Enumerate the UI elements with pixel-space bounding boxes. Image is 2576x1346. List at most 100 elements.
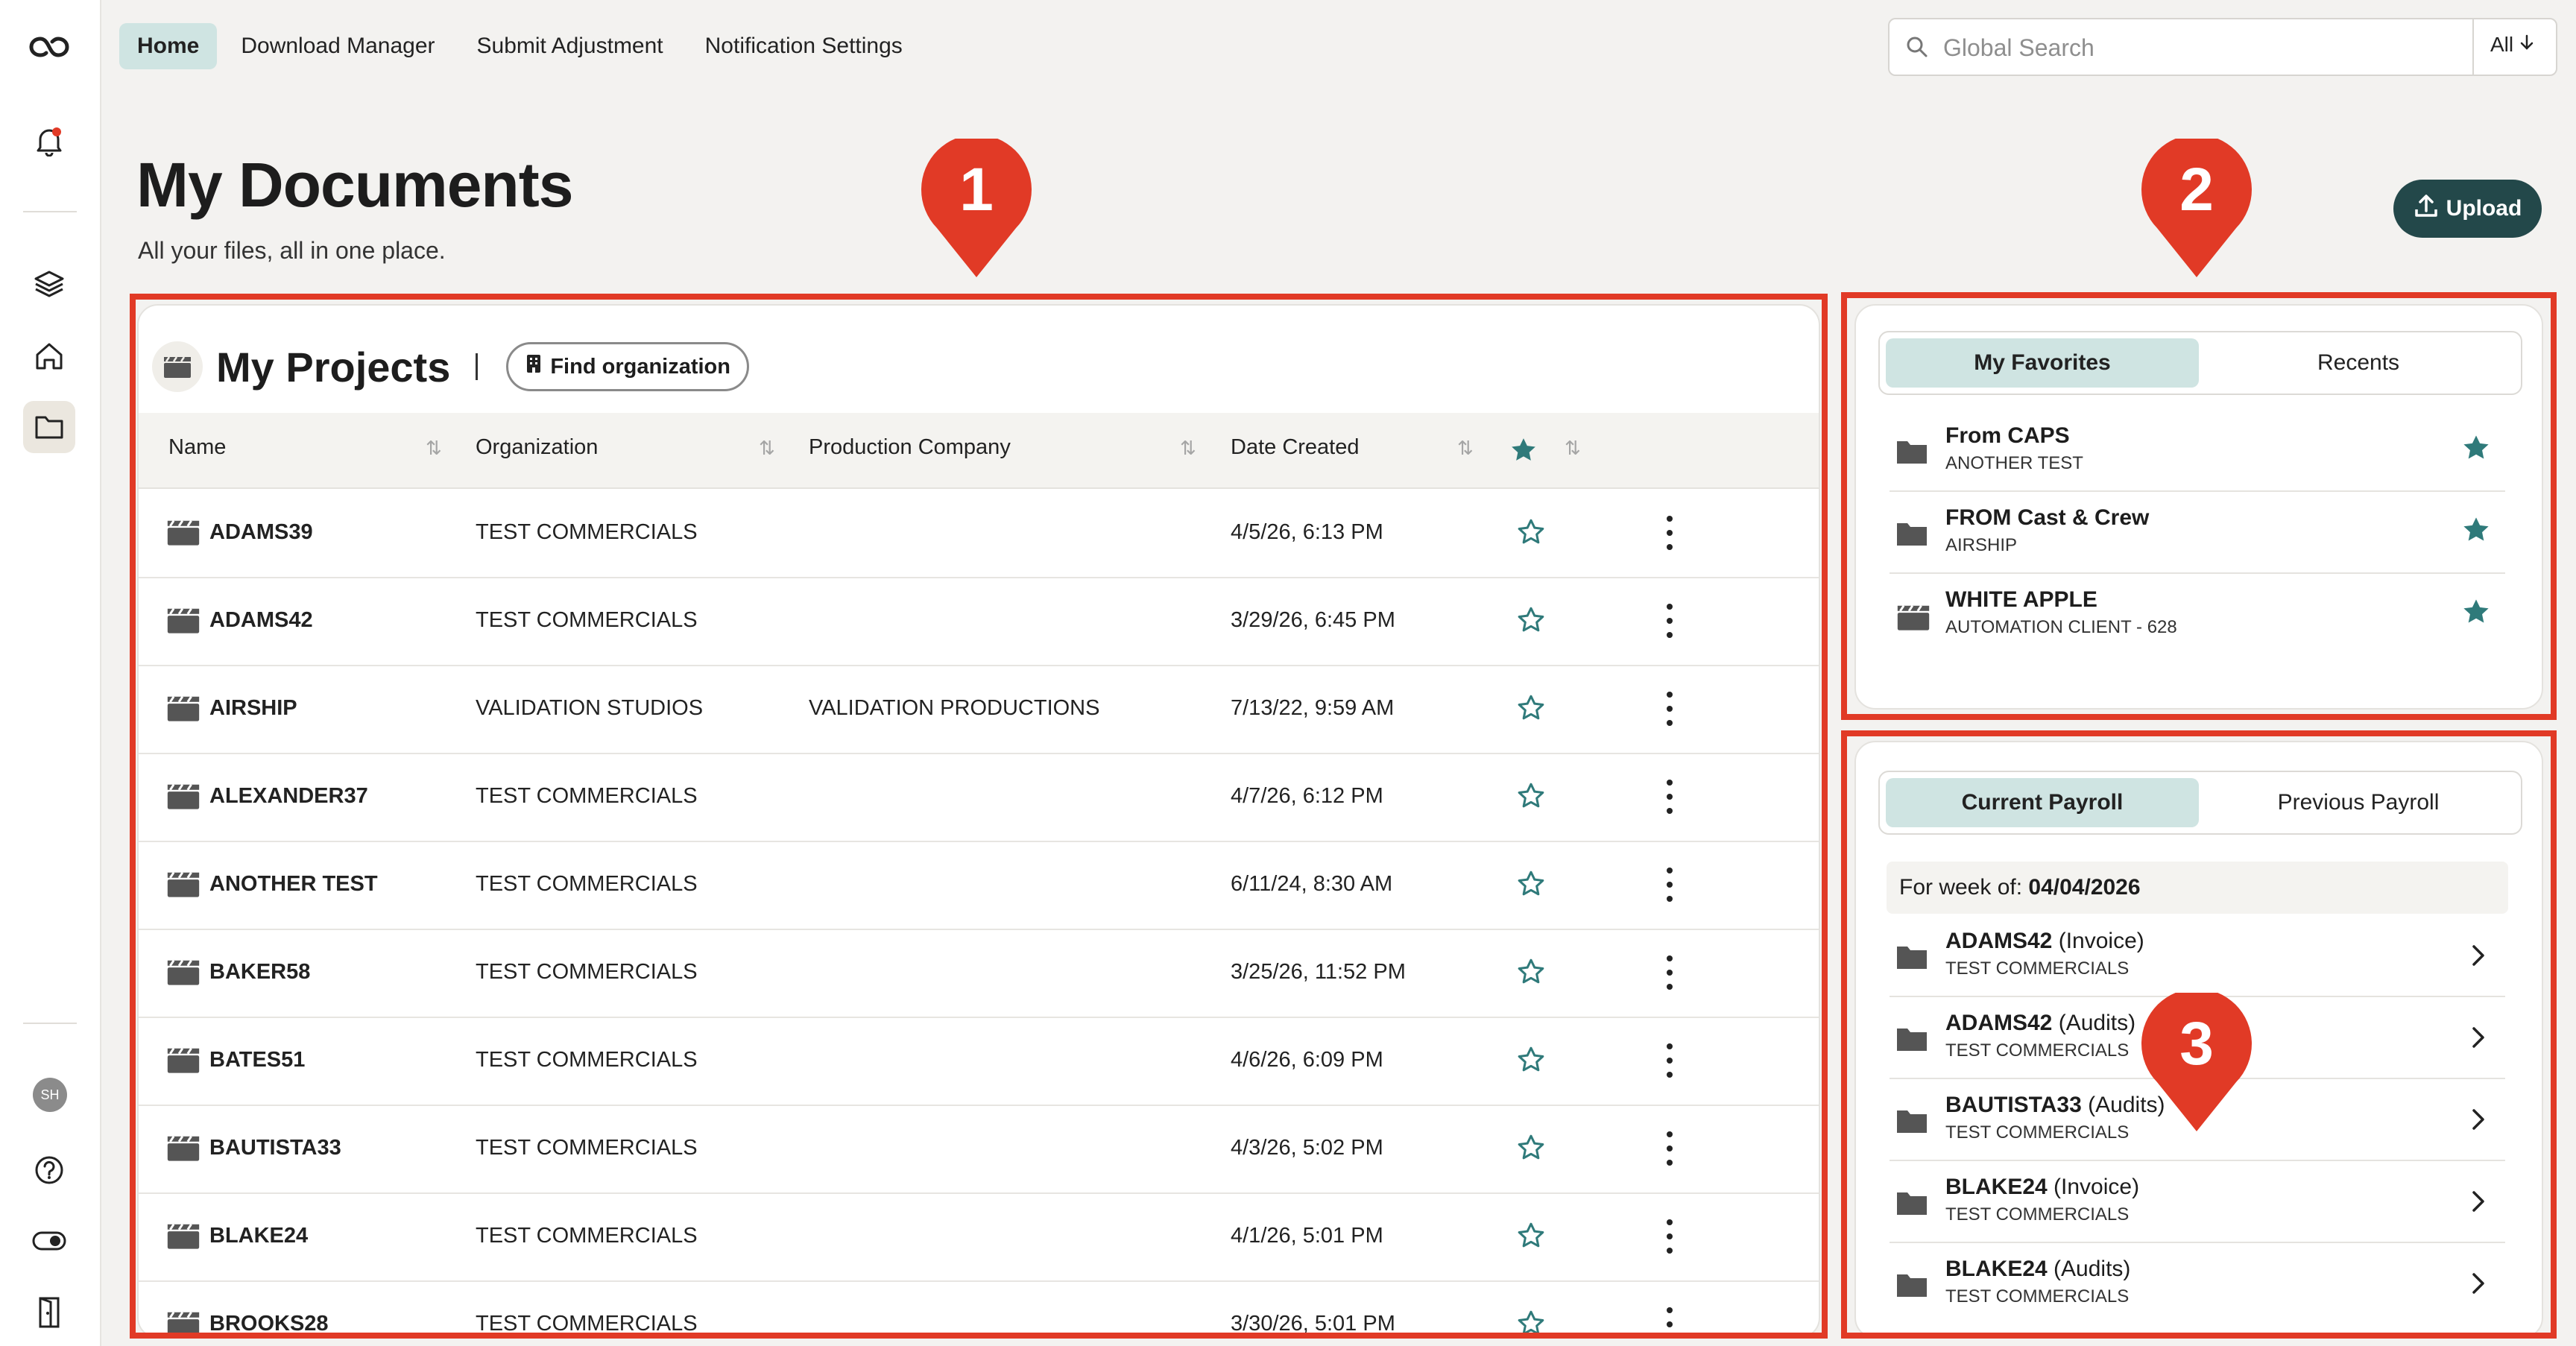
- tab-previous-payroll[interactable]: Previous Payroll: [2202, 778, 2515, 827]
- payroll-kind: (Audits): [2053, 1257, 2131, 1281]
- payroll-item[interactable]: ADAMS42 (Invoice) TEST COMMERCIALS: [1890, 915, 2505, 997]
- favorite-star-icon[interactable]: [1516, 1133, 1546, 1166]
- layers-icon[interactable]: [23, 258, 75, 310]
- chevron-right-icon[interactable]: [2469, 942, 2487, 973]
- app-logo[interactable]: [23, 21, 75, 73]
- logout-door-icon[interactable]: [23, 1286, 75, 1338]
- favorite-star-icon[interactable]: [2460, 432, 2492, 467]
- favorite-star-icon[interactable]: [1516, 1221, 1546, 1254]
- more-options-icon[interactable]: [1664, 780, 1676, 814]
- payroll-project: BLAKE24: [1945, 1257, 2048, 1281]
- user-avatar[interactable]: SH: [33, 1078, 67, 1112]
- table-row[interactable]: ADAMS39 TEST COMMERCIALS 4/5/26, 6:13 PM: [139, 489, 1819, 578]
- more-options-icon[interactable]: [1664, 1219, 1676, 1254]
- sort-icon[interactable]: ⇅: [1180, 437, 1196, 460]
- table-row[interactable]: ADAMS42 TEST COMMERCIALS 3/29/26, 6:45 PM: [139, 577, 1819, 666]
- payroll-subtitle: TEST COMMERCIALS: [1945, 1204, 2130, 1225]
- project-name: AIRSHIP: [209, 696, 297, 720]
- more-options-icon[interactable]: [1664, 1307, 1676, 1337]
- favorite-star-icon[interactable]: [1516, 957, 1546, 990]
- payroll-subtitle: TEST COMMERCIALS: [1945, 1122, 2130, 1143]
- project-organization: TEST COMMERCIALS: [476, 872, 698, 896]
- chevron-right-icon[interactable]: [2469, 1270, 2487, 1301]
- global-search: All: [1888, 18, 2557, 76]
- table-row[interactable]: ALEXANDER37 TEST COMMERCIALS 4/7/26, 6:12 …: [139, 753, 1819, 842]
- payroll-title: BAUTISTA33 (Audits): [1945, 1093, 2165, 1118]
- chevron-right-icon[interactable]: [2469, 1024, 2487, 1055]
- favorite-item[interactable]: WHITE APPLE AUTOMATION CLIENT - 628: [1890, 574, 2505, 656]
- nav-download-manager[interactable]: Download Manager: [223, 23, 452, 69]
- search-scope-dropdown[interactable]: All: [2490, 33, 2534, 57]
- favorite-star-icon[interactable]: [2460, 596, 2492, 631]
- project-date-created: 4/7/26, 6:12 PM: [1231, 784, 1383, 808]
- table-row[interactable]: BAUTISTA33 TEST COMMERCIALS 4/3/26, 5:02 P…: [139, 1105, 1819, 1194]
- more-options-icon[interactable]: [1664, 692, 1676, 726]
- toggle-icon[interactable]: [23, 1215, 75, 1267]
- more-options-icon[interactable]: [1664, 1043, 1676, 1078]
- favorite-item[interactable]: From CAPS ANOTHER TEST: [1890, 410, 2505, 492]
- favorite-star-icon[interactable]: [1516, 517, 1546, 551]
- column-header-date-created[interactable]: Date Created: [1231, 435, 1360, 460]
- favorite-item[interactable]: FROM Cast & Crew AIRSHIP: [1890, 492, 2505, 574]
- more-options-icon[interactable]: [1664, 955, 1676, 990]
- tab-my-favorites[interactable]: My Favorites: [1886, 338, 2199, 388]
- favorite-star-icon[interactable]: [1516, 693, 1546, 727]
- find-organization-label: Find organization: [550, 354, 730, 379]
- sort-icon[interactable]: ⇅: [1457, 437, 1474, 460]
- sort-icon[interactable]: ⇅: [1565, 437, 1581, 460]
- project-name: BROOKS28: [209, 1312, 329, 1336]
- table-row[interactable]: BAKER58 TEST COMMERCIALS 3/25/26, 11:52 PM: [139, 929, 1819, 1018]
- payroll-item[interactable]: BLAKE24 (Audits) TEST COMMERCIALS: [1890, 1243, 2505, 1325]
- more-options-icon[interactable]: [1664, 516, 1676, 550]
- upload-button[interactable]: Upload: [2393, 180, 2542, 238]
- more-options-icon[interactable]: [1664, 1131, 1676, 1166]
- tab-current-payroll[interactable]: Current Payroll: [1886, 778, 2199, 827]
- payroll-project: BLAKE24: [1945, 1175, 2048, 1199]
- projects-header: My Projects Find organization: [152, 334, 749, 399]
- arrow-down-icon: [2519, 33, 2534, 57]
- chevron-right-icon[interactable]: [2469, 1188, 2487, 1219]
- nav-home[interactable]: Home: [119, 23, 218, 69]
- notifications-bell-icon[interactable]: [23, 115, 75, 167]
- chevron-right-icon[interactable]: [2469, 1106, 2487, 1137]
- favorite-star-icon[interactable]: [1516, 869, 1546, 903]
- table-row[interactable]: BLAKE24 TEST COMMERCIALS 4/1/26, 5:01 PM: [139, 1192, 1819, 1282]
- payroll-item[interactable]: BLAKE24 (Invoice) TEST COMMERCIALS: [1890, 1161, 2505, 1243]
- project-name: ALEXANDER37: [209, 784, 368, 808]
- clapperboard-icon: [165, 605, 201, 639]
- favorite-column-star-icon[interactable]: [1509, 435, 1538, 469]
- nav-submit-adjustment[interactable]: Submit Adjustment: [459, 23, 681, 69]
- home-icon[interactable]: [23, 330, 75, 382]
- table-row[interactable]: BROOKS28 TEST COMMERCIALS 3/30/26, 5:01 PM: [139, 1280, 1819, 1337]
- column-header-organization[interactable]: Organization: [476, 435, 598, 460]
- search-input[interactable]: [1942, 30, 2481, 66]
- more-options-icon[interactable]: [1664, 604, 1676, 638]
- favorite-star-icon[interactable]: [1516, 1309, 1546, 1337]
- folder-icon: [1895, 438, 1928, 469]
- table-row[interactable]: ANOTHER TEST TEST COMMERCIALS 6/11/24, 8:3…: [139, 841, 1819, 930]
- payroll-tabs: Current Payroll Previous Payroll: [1878, 771, 2522, 835]
- payroll-kind: (Audits): [2058, 1011, 2136, 1035]
- favorite-star-icon[interactable]: [1516, 605, 1546, 639]
- help-icon[interactable]: [23, 1144, 75, 1196]
- upload-icon: [2414, 193, 2439, 224]
- column-header-production-company[interactable]: Production Company: [809, 435, 1011, 460]
- favorite-star-icon[interactable]: [1516, 1045, 1546, 1078]
- projects-title: My Projects: [216, 343, 451, 391]
- sort-icon[interactable]: ⇅: [426, 437, 442, 460]
- column-header-name[interactable]: Name: [168, 435, 226, 460]
- payroll-subtitle: TEST COMMERCIALS: [1945, 958, 2130, 979]
- project-organization: TEST COMMERCIALS: [476, 608, 698, 632]
- table-row[interactable]: AIRSHIP VALIDATION STUDIOS VALIDATION PROD…: [139, 665, 1819, 754]
- favorite-star-icon[interactable]: [1516, 781, 1546, 815]
- favorite-star-icon[interactable]: [2460, 514, 2492, 549]
- sort-icon[interactable]: ⇅: [759, 437, 775, 460]
- project-organization: TEST COMMERCIALS: [476, 1136, 698, 1160]
- documents-folder-icon[interactable]: [23, 401, 75, 453]
- find-organization-button[interactable]: Find organization: [506, 342, 749, 391]
- table-row[interactable]: BATES51 TEST COMMERCIALS 4/6/26, 6:09 PM: [139, 1017, 1819, 1106]
- nav-notification-settings[interactable]: Notification Settings: [687, 23, 921, 69]
- more-options-icon[interactable]: [1664, 868, 1676, 902]
- tab-recents[interactable]: Recents: [2202, 338, 2515, 388]
- project-organization: TEST COMMERCIALS: [476, 1312, 698, 1336]
